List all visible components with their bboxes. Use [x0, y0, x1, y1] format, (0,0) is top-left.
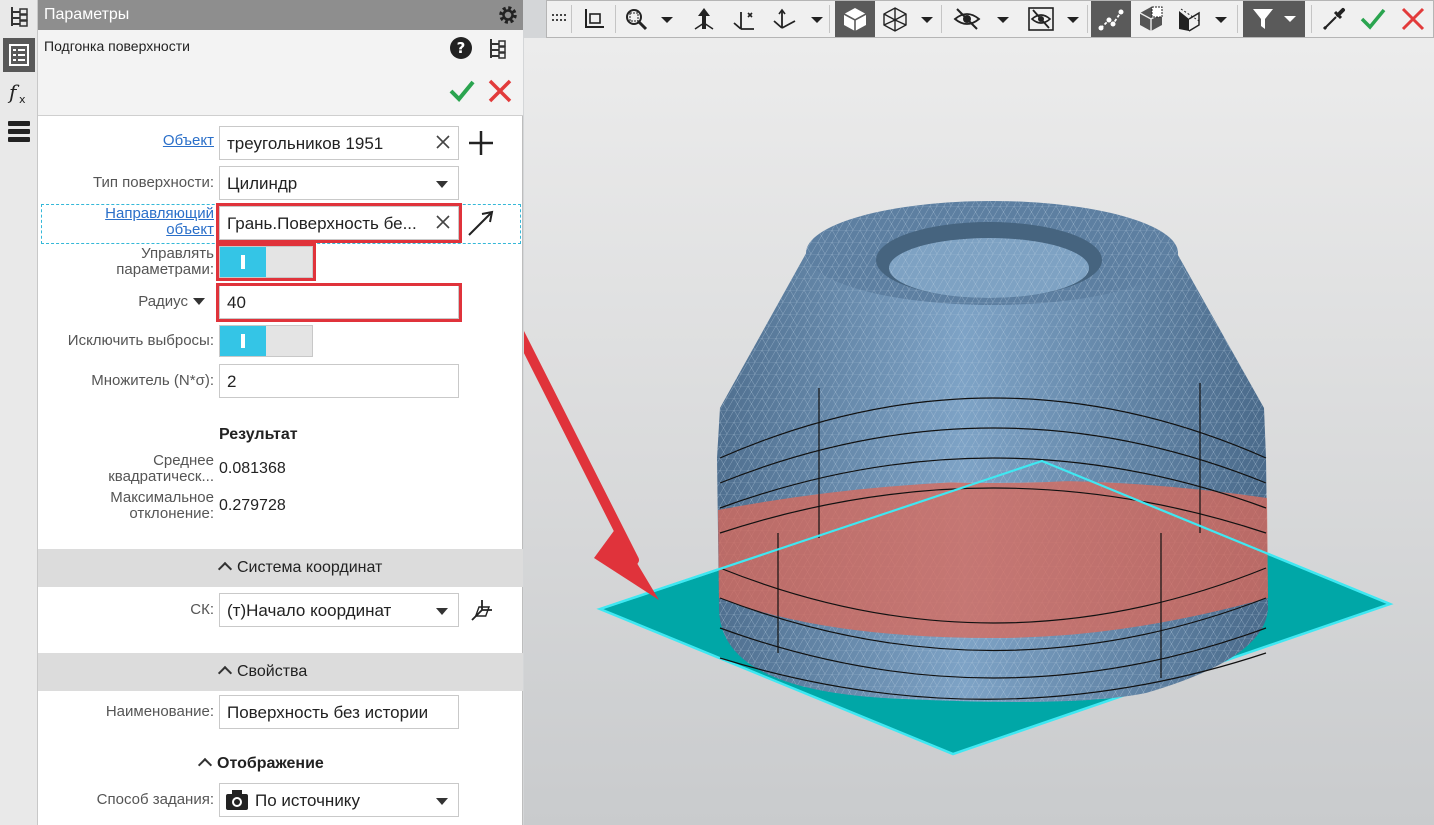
- display-method-value: По источнику: [255, 791, 360, 810]
- guide-highlight: [216, 203, 462, 243]
- object-link[interactable]: Объект: [138, 133, 214, 149]
- panel-header: Параметры: [38, 0, 523, 30]
- display-heading[interactable]: Отображение: [197, 755, 324, 773]
- cancel-icon[interactable]: [487, 78, 513, 108]
- grip-icon[interactable]: [549, 1, 569, 37]
- object-value: треугольников 1951: [227, 134, 384, 153]
- section-icon[interactable]: [1133, 1, 1169, 37]
- zoom-icon[interactable]: [619, 1, 653, 37]
- rms-label: Среднее квадратическ...: [108, 452, 214, 485]
- guide-object-link[interactable]: Направляющий объект: [78, 206, 214, 238]
- help-icon[interactable]: ?: [449, 36, 473, 64]
- hidden-lines-icon[interactable]: [1091, 1, 1131, 37]
- model-scene: [474, 201, 1394, 756]
- radius-label: Радиус: [138, 293, 188, 310]
- exclude-outliers-label: Исключить выбросы:: [67, 332, 214, 349]
- chevron-down-icon: [436, 608, 448, 615]
- surface-type-value: Цилиндр: [227, 174, 298, 193]
- axes-icon[interactable]: [727, 1, 761, 37]
- shaded-cube-icon[interactable]: [835, 1, 875, 37]
- ok-icon[interactable]: [1355, 1, 1391, 37]
- view-toolbar: [546, 0, 1434, 38]
- filter-icon[interactable]: [1243, 1, 1305, 37]
- svg-text:?: ?: [457, 39, 466, 57]
- fit-region-band: [718, 480, 1268, 638]
- multiplier-label: Множитель (N*σ):: [91, 372, 214, 389]
- name-label: Наименование:: [105, 703, 214, 720]
- max-deviation-value: 0.279728: [219, 497, 286, 514]
- chevron-down-icon: [436, 181, 448, 188]
- result-heading: Результат: [219, 426, 298, 443]
- eyedropper-icon[interactable]: [1317, 1, 1351, 37]
- section-coordinates-title: Система координат: [237, 559, 383, 576]
- coordinate-system-icon[interactable]: [468, 596, 496, 628]
- command-title: Подгонка поверхности: [44, 38, 190, 54]
- layers-icon[interactable]: [3, 114, 35, 148]
- rms-value: 0.081368: [219, 460, 286, 477]
- multiplier-input[interactable]: 2: [219, 364, 459, 398]
- name-input[interactable]: Поверхность без истории: [219, 695, 459, 729]
- tree-icon[interactable]: [487, 36, 509, 66]
- toggle-highlight: [216, 243, 316, 281]
- radius-highlight: [216, 283, 462, 322]
- gear-icon[interactable]: [497, 4, 519, 30]
- section-properties-title: Свойства: [237, 663, 308, 680]
- panel-title: Параметры: [44, 6, 130, 23]
- chevron-down-icon[interactable]: [193, 298, 205, 305]
- surface-type-label: Тип поверхности:: [93, 174, 214, 191]
- annotation-arrow: [474, 248, 659, 600]
- name-value: Поверхность без истории: [227, 703, 429, 722]
- left-tool-strip: fx: [0, 0, 38, 825]
- tree-icon[interactable]: [3, 0, 35, 34]
- chevron-up-icon: [217, 561, 233, 577]
- multiplier-value: 2: [227, 372, 237, 391]
- hide-objects-icon[interactable]: [1023, 1, 1059, 37]
- close-icon[interactable]: [434, 133, 452, 156]
- manage-params-label: Управлять параметрами:: [116, 245, 214, 278]
- hide-icon[interactable]: [949, 1, 985, 37]
- cs-value: (т)Начало координат: [227, 601, 392, 620]
- camera-icon: [225, 789, 249, 816]
- parameters-panel: Параметры Подгонка поверхности ? Объект …: [38, 0, 523, 825]
- triad-icon[interactable]: [767, 1, 801, 37]
- cancel-icon[interactable]: [1395, 1, 1431, 37]
- model-viewport[interactable]: [474, 38, 1434, 825]
- svg-text:x: x: [19, 93, 26, 106]
- section-coordinates[interactable]: Система координат: [38, 549, 523, 587]
- section-properties[interactable]: Свойства: [38, 653, 523, 691]
- chevron-down-icon: [436, 798, 448, 805]
- command-box: Подгонка поверхности ?: [38, 30, 523, 116]
- coordinate-system-icon[interactable]: [577, 1, 611, 37]
- cs-select[interactable]: (т)Начало координат: [219, 593, 459, 627]
- direction-arrow-icon[interactable]: [466, 209, 496, 241]
- formula-icon[interactable]: fx: [3, 76, 35, 110]
- display-method-select[interactable]: По источнику: [219, 783, 459, 817]
- object-field[interactable]: треугольников 1951: [219, 126, 459, 160]
- parameters-icon[interactable]: [3, 38, 35, 72]
- display-method-label: Способ задания:: [96, 791, 214, 808]
- chevron-up-icon: [217, 665, 233, 681]
- surface-type-select[interactable]: Цилиндр: [219, 166, 459, 200]
- cs-label: СК:: [190, 601, 214, 618]
- chevron-up-icon: [197, 757, 213, 773]
- add-icon[interactable]: [466, 128, 496, 162]
- orient-icon[interactable]: [687, 1, 721, 37]
- exclude-outliers-toggle[interactable]: [219, 325, 313, 357]
- layers-view-icon[interactable]: [1171, 1, 1207, 37]
- wireframe-cube-icon[interactable]: [877, 1, 913, 37]
- ok-icon[interactable]: [448, 78, 476, 108]
- max-deviation-label: Максимальное отклонение:: [110, 489, 214, 522]
